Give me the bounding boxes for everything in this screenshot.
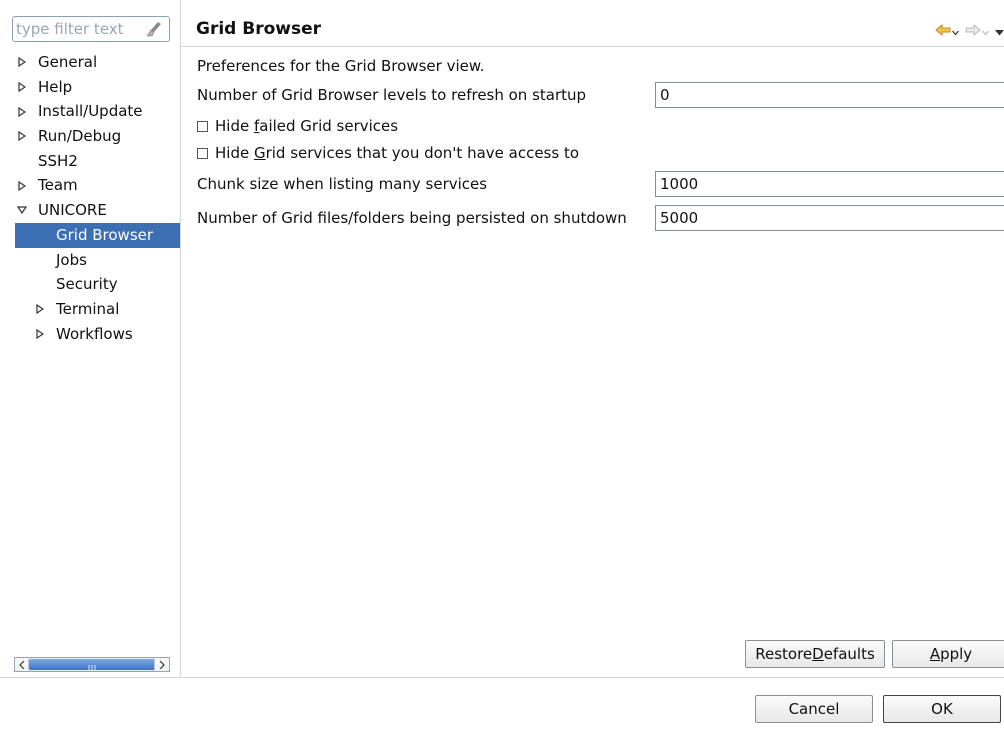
page-navigation bbox=[935, 22, 1004, 40]
view-menu-button[interactable] bbox=[995, 22, 1004, 40]
hide-noaccess-checkbox[interactable]: Hide Grid services that you don't have a… bbox=[197, 144, 579, 162]
restore-defaults-button[interactable]: Restore Defaults bbox=[745, 640, 885, 668]
tree-item-security[interactable]: Security bbox=[0, 272, 180, 297]
persisted-input[interactable] bbox=[655, 205, 1004, 231]
collapsed-triangle-icon[interactable] bbox=[34, 297, 46, 322]
back-dropdown-icon bbox=[952, 22, 959, 40]
scroll-left-icon[interactable] bbox=[15, 658, 29, 671]
tree-item-label: Workflows bbox=[56, 324, 133, 343]
tree-item-label: Run/Debug bbox=[38, 127, 122, 146]
collapsed-triangle-icon[interactable] bbox=[16, 124, 28, 149]
page-header: Grid Browser bbox=[181, 14, 1004, 47]
dialog-button-bar: Cancel OK bbox=[0, 677, 1004, 735]
filter-box bbox=[12, 16, 170, 42]
hide-noaccess-label: Hide Grid services that you don't have a… bbox=[215, 144, 580, 162]
collapsed-triangle-icon[interactable] bbox=[16, 99, 28, 124]
tree-item-label: Help bbox=[38, 77, 73, 96]
refresh-levels-input[interactable] bbox=[655, 82, 1004, 108]
tree-item-label: Jobs bbox=[56, 250, 87, 269]
cancel-button[interactable]: Cancel bbox=[755, 695, 873, 723]
preference-tree: General Help Install/Update Run/Debug SSH2 Te… bbox=[0, 50, 180, 346]
tree-item-ssh2[interactable]: SSH2 bbox=[0, 149, 180, 174]
persisted-label: Number of Grid files/folders being persi… bbox=[197, 209, 627, 227]
tree-item-label: SSH2 bbox=[38, 151, 78, 170]
tree-item-unicore[interactable]: UNICORE bbox=[0, 198, 180, 223]
tree-item-general[interactable]: General bbox=[0, 50, 180, 75]
hide-noaccess-checkbox-box[interactable] bbox=[197, 147, 208, 159]
back-arrow-icon bbox=[935, 22, 951, 40]
view-menu-icon bbox=[995, 22, 1004, 40]
tree-item-team[interactable]: Team bbox=[0, 173, 180, 198]
tree-item-install-update[interactable]: Install/Update bbox=[0, 99, 180, 124]
tree-item-help[interactable]: Help bbox=[0, 75, 180, 100]
tree-item-grid-browser[interactable]: Grid Browser bbox=[15, 222, 180, 248]
hide-failed-label: Hide failed Grid services bbox=[215, 117, 399, 135]
scroll-right-icon[interactable] bbox=[154, 658, 169, 671]
clear-filter-icon[interactable] bbox=[145, 20, 163, 38]
tree-item-label: UNICORE bbox=[38, 201, 107, 220]
tree-horizontal-scrollbar[interactable] bbox=[14, 657, 170, 672]
collapsed-triangle-icon[interactable] bbox=[16, 173, 28, 198]
chunk-size-label: Chunk size when listing many services bbox=[197, 175, 488, 193]
hide-failed-checkbox[interactable]: Hide failed Grid services bbox=[197, 117, 398, 135]
ok-button[interactable]: OK bbox=[883, 695, 1001, 723]
tree-item-label: Security bbox=[56, 275, 118, 294]
tree-item-run-debug[interactable]: Run/Debug bbox=[0, 124, 180, 149]
tree-item-label: Terminal bbox=[56, 299, 120, 318]
tree-item-terminal[interactable]: Terminal bbox=[0, 297, 180, 322]
tree-item-label: Team bbox=[38, 176, 78, 195]
back-button[interactable] bbox=[935, 22, 959, 40]
forward-button[interactable] bbox=[965, 22, 989, 40]
collapsed-triangle-icon[interactable] bbox=[34, 322, 46, 347]
hide-failed-checkbox-box[interactable] bbox=[197, 120, 208, 132]
filter-input[interactable] bbox=[16, 19, 140, 39]
chunk-size-input[interactable] bbox=[655, 171, 1004, 197]
tree-item-label: General bbox=[38, 53, 98, 71]
preference-tree-panel: General Help Install/Update Run/Debug SSH2 Te… bbox=[0, 0, 181, 677]
collapsed-triangle-icon[interactable] bbox=[16, 75, 28, 100]
scroll-thumb[interactable] bbox=[29, 659, 155, 670]
collapsed-triangle-icon[interactable] bbox=[16, 50, 28, 75]
forward-arrow-icon bbox=[965, 22, 981, 40]
page-description: Preferences for the Grid Browser view. bbox=[197, 57, 485, 75]
tree-item-workflows[interactable]: Workflows bbox=[0, 322, 180, 347]
apply-button[interactable]: Apply bbox=[892, 640, 1004, 668]
tree-item-label: Grid Browser bbox=[56, 225, 154, 244]
expanded-triangle-icon[interactable] bbox=[16, 198, 28, 223]
page-title: Grid Browser bbox=[196, 19, 322, 39]
refresh-levels-label: Number of Grid Browser levels to refresh… bbox=[197, 86, 587, 104]
tree-item-label: Install/Update bbox=[38, 102, 143, 121]
tree-item-jobs[interactable]: Jobs bbox=[0, 248, 180, 273]
forward-dropdown-icon bbox=[982, 22, 989, 40]
